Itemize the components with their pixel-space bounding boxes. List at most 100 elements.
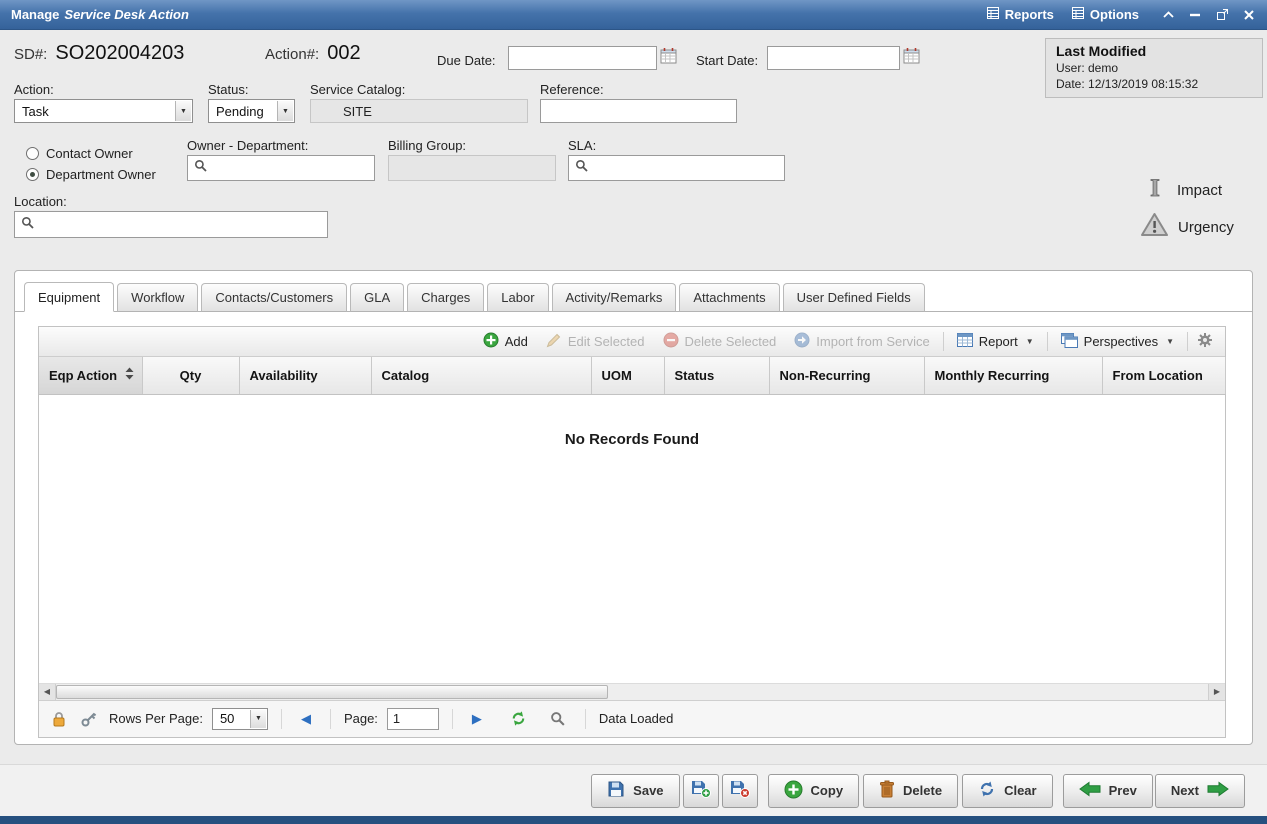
minimize-button[interactable]	[1188, 8, 1202, 22]
last-modified-date: Date: 12/13/2019 08:15:32	[1056, 77, 1252, 91]
report-label: Report	[979, 334, 1018, 349]
column-header-status[interactable]: Status	[664, 357, 769, 394]
footer-separator	[330, 709, 331, 729]
collapse-button[interactable]	[1161, 8, 1175, 22]
column-header-monthly-recurring[interactable]: Monthly Recurring	[924, 357, 1102, 394]
column-header-availability[interactable]: Availability	[239, 357, 371, 394]
close-button[interactable]	[1242, 8, 1256, 22]
column-header-uom[interactable]: UOM	[591, 357, 664, 394]
save-new-button[interactable]	[683, 774, 719, 808]
perspectives-dropdown-button[interactable]: Perspectives ▼	[1053, 333, 1182, 351]
options-label: Options	[1090, 7, 1139, 22]
import-arrow-icon	[794, 332, 810, 351]
search-records-button[interactable]	[547, 711, 568, 726]
start-date-calendar-button[interactable]	[903, 47, 920, 64]
sla-label: SLA:	[568, 138, 596, 153]
due-date-input[interactable]	[508, 46, 657, 70]
rows-per-page-select[interactable]: 50 ▼	[212, 708, 268, 730]
footer-separator	[281, 709, 282, 729]
tab-charges[interactable]: Charges	[407, 283, 484, 312]
tab-attachments[interactable]: Attachments	[679, 283, 779, 312]
column-header-from-location[interactable]: From Location	[1102, 357, 1225, 394]
prev-button[interactable]: Prev	[1063, 774, 1153, 808]
reference-label: Reference:	[540, 82, 604, 97]
tab-panel: Equipment Workflow Contacts/Customers GL…	[14, 270, 1253, 745]
popout-button[interactable]	[1215, 8, 1229, 22]
due-date-label: Due Date:	[437, 53, 496, 68]
import-from-service-button[interactable]: Import from Service	[786, 332, 937, 351]
contact-owner-radio[interactable]: Contact Owner	[26, 146, 133, 161]
lock-button[interactable]	[49, 711, 69, 727]
action-select[interactable]: Task ▼	[14, 99, 193, 123]
tab-workflow[interactable]: Workflow	[117, 283, 198, 312]
clear-button[interactable]: Clear	[962, 774, 1053, 808]
scrollbar-thumb[interactable]	[56, 685, 608, 699]
owner-department-search-field[interactable]	[187, 155, 375, 181]
tab-gla[interactable]: GLA	[350, 283, 404, 312]
save-disk-icon	[607, 780, 625, 801]
last-modified-title: Last Modified	[1056, 43, 1252, 59]
tab-user-defined-fields[interactable]: User Defined Fields	[783, 283, 925, 312]
tab-labor[interactable]: Labor	[487, 283, 548, 312]
report-dropdown-button[interactable]: Report ▼	[949, 333, 1042, 350]
column-header-non-recurring[interactable]: Non-Recurring	[769, 357, 924, 394]
window-title-prefix: Manage	[11, 7, 59, 22]
key-button[interactable]	[78, 711, 100, 727]
column-header-eqp-action[interactable]: Eqp Action	[39, 357, 142, 394]
no-records-message: No Records Found	[39, 431, 1225, 448]
footer-separator	[452, 709, 453, 729]
next-button[interactable]: Next	[1155, 774, 1245, 808]
tab-contacts-customers[interactable]: Contacts/Customers	[201, 283, 347, 312]
magnifier-icon	[550, 711, 565, 726]
lock-icon	[52, 711, 66, 727]
due-date-calendar-button[interactable]	[660, 47, 677, 64]
calendar-icon	[660, 47, 677, 64]
tab-equipment[interactable]: Equipment	[24, 282, 114, 312]
save-new-icon	[691, 780, 711, 801]
options-menu-button[interactable]: Options	[1072, 7, 1139, 22]
delete-button[interactable]: Delete	[863, 774, 958, 808]
edit-selected-button[interactable]: Edit Selected	[538, 332, 653, 351]
sla-search-field[interactable]	[568, 155, 785, 181]
save-button[interactable]: Save	[591, 774, 679, 808]
action-select-value: Task	[22, 104, 49, 119]
location-input[interactable]	[39, 217, 321, 232]
status-select[interactable]: Pending ▼	[208, 99, 295, 123]
impact-icon: I	[1143, 174, 1167, 206]
perspectives-label: Perspectives	[1084, 334, 1158, 349]
chevron-down-icon: ▼	[1026, 337, 1034, 346]
start-date-input[interactable]	[767, 46, 900, 70]
department-owner-radio-circle[interactable]	[26, 168, 39, 181]
sla-input[interactable]	[593, 161, 778, 176]
reference-input[interactable]	[540, 99, 737, 123]
impact-indicator[interactable]: I Impact	[1143, 174, 1222, 206]
department-owner-radio[interactable]: Department Owner	[26, 167, 156, 182]
scroll-left-button[interactable]: ◀	[39, 684, 56, 700]
grid-status-text: Data Loaded	[599, 711, 673, 726]
options-icon	[1072, 7, 1084, 22]
location-search-field[interactable]	[14, 211, 328, 238]
column-header-qty[interactable]: Qty	[142, 357, 239, 394]
urgency-indicator[interactable]: Urgency	[1141, 212, 1234, 242]
previous-page-button[interactable]: ◀	[295, 711, 317, 727]
add-button[interactable]: Add	[475, 332, 536, 351]
action-number-value: 002	[327, 42, 360, 65]
owner-department-input[interactable]	[212, 161, 368, 176]
contact-owner-radio-circle[interactable]	[26, 147, 39, 160]
reports-menu-button[interactable]: Reports	[987, 7, 1054, 22]
refresh-button[interactable]	[507, 710, 530, 727]
copy-button[interactable]: Copy	[768, 774, 860, 808]
scroll-right-button[interactable]: ▶	[1208, 684, 1225, 700]
next-page-button[interactable]: ▶	[466, 711, 488, 727]
page-number-input[interactable]	[387, 708, 439, 730]
chevron-down-icon: ▼	[277, 101, 293, 121]
grid-settings-button[interactable]	[1193, 332, 1217, 351]
tab-activity-remarks[interactable]: Activity/Remarks	[552, 283, 677, 312]
column-header-catalog[interactable]: Catalog	[371, 357, 591, 394]
delete-selected-button[interactable]: Delete Selected	[655, 332, 785, 351]
reports-icon	[987, 7, 999, 22]
horizontal-scrollbar[interactable]: ◀ ▶	[39, 683, 1225, 700]
status-label: Status:	[208, 82, 248, 97]
reports-label: Reports	[1005, 7, 1054, 22]
save-close-button[interactable]	[722, 774, 758, 808]
